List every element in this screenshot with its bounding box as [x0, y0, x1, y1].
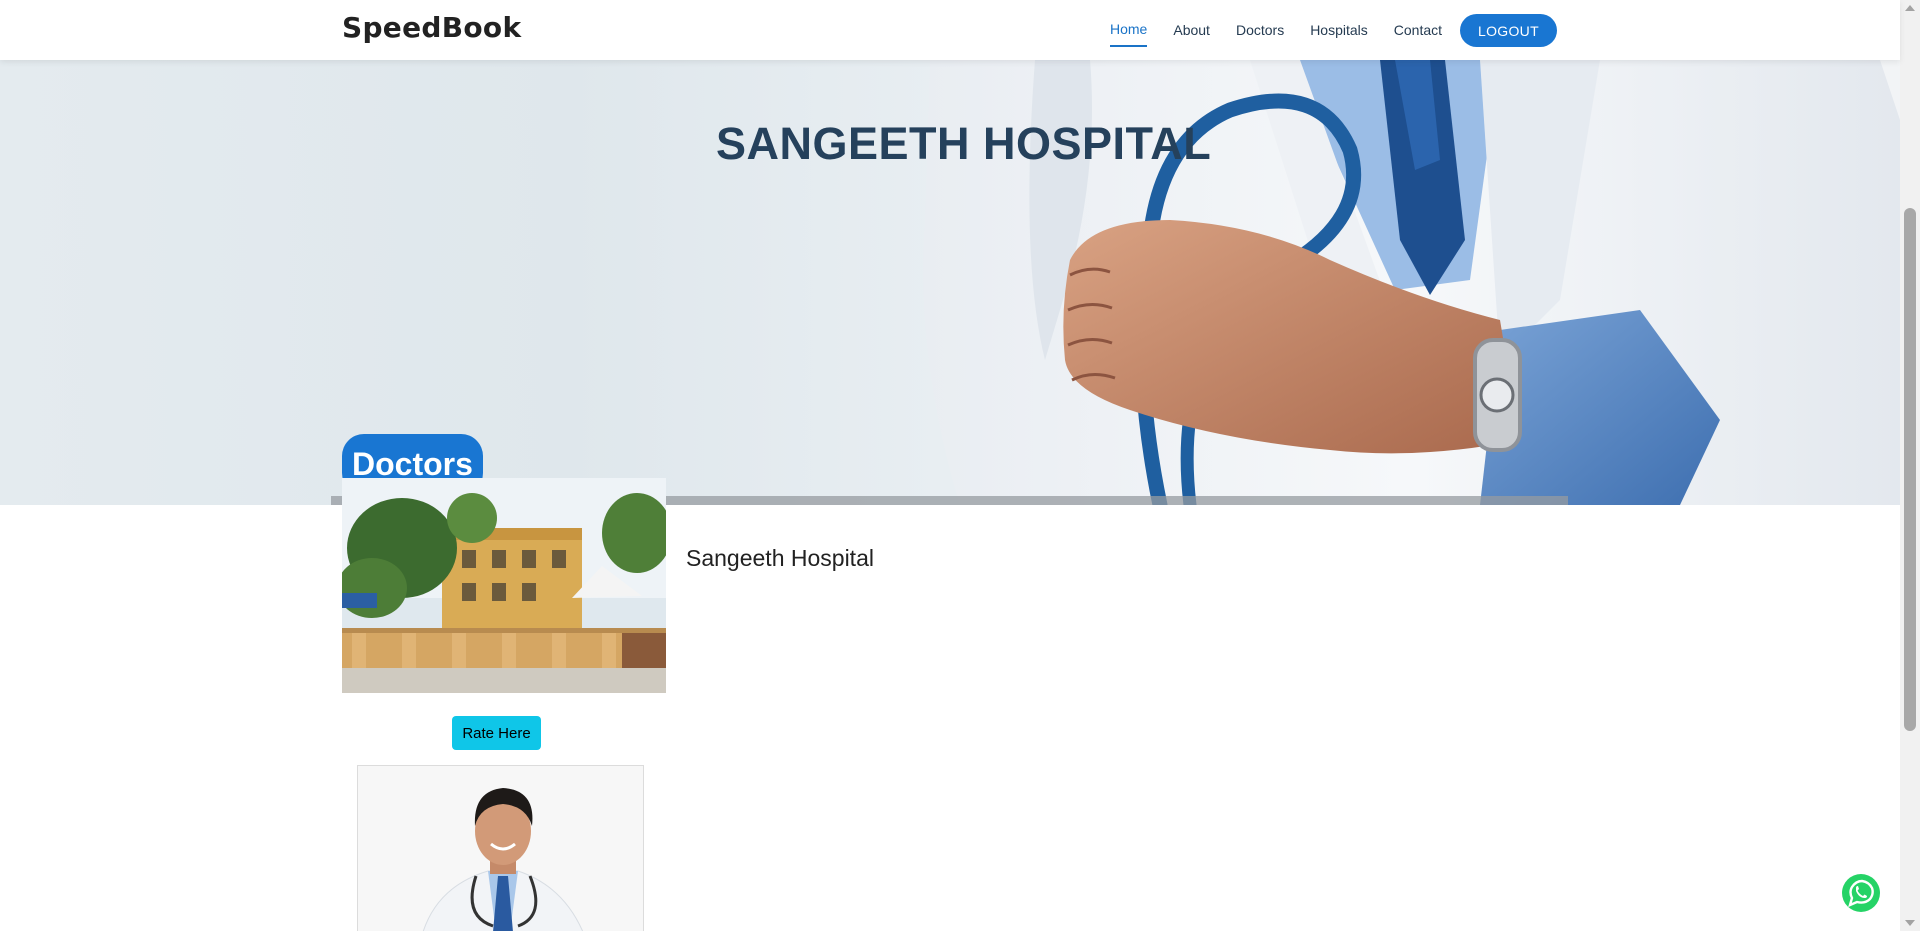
nav-doctors[interactable]: Doctors [1236, 14, 1284, 46]
doctor-portrait [358, 766, 643, 931]
main-nav: Home About Doctors Hospitals Contact [1110, 0, 1468, 60]
hospital-name: Sangeeth Hospital [686, 545, 874, 571]
nav-home[interactable]: Home [1110, 13, 1148, 47]
nav-contact[interactable]: Contact [1394, 14, 1442, 46]
site-header: SpeedBook Home About Doctors Hospitals C… [0, 0, 1900, 60]
rate-here-button[interactable]: Rate Here [452, 716, 541, 750]
hospital-photo [342, 478, 666, 693]
doctor-card[interactable] [357, 765, 644, 931]
logout-button[interactable]: LOGOUT [1460, 14, 1557, 47]
nav-hospitals[interactable]: Hospitals [1310, 14, 1368, 46]
nav-about[interactable]: About [1173, 14, 1210, 46]
hero-banner: SANGEETH HOSPITAL Doctors [0, 60, 1900, 505]
site-logo[interactable]: SpeedBook [342, 11, 521, 44]
whatsapp-icon[interactable] [1841, 873, 1881, 913]
scrollbar-thumb[interactable] [1904, 208, 1916, 731]
scroll-down-icon[interactable] [1905, 920, 1915, 926]
hospital-title: SANGEETH HOSPITAL [716, 118, 1212, 169]
page-scrollbar[interactable] [1900, 0, 1920, 931]
scroll-up-icon[interactable] [1905, 5, 1915, 11]
